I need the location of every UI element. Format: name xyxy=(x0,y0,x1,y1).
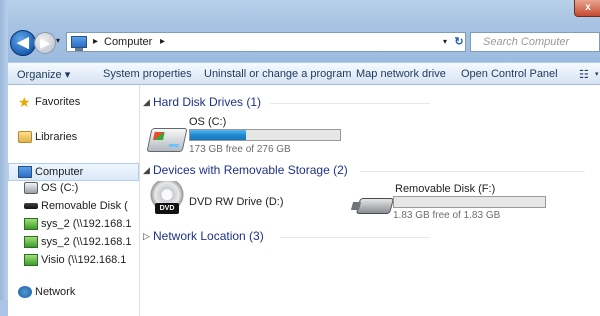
drive-usage-bar xyxy=(189,129,341,141)
network-drive-icon xyxy=(24,236,38,248)
group-title: Devices with Removable Storage (2) xyxy=(153,163,348,177)
map-network-drive-button[interactable]: Map network drive xyxy=(356,68,446,80)
drive-usage-fill xyxy=(190,130,246,140)
sidebar-item-network-drive[interactable]: sys_2 (\\192.168.1 xyxy=(8,216,139,234)
network-drive-icon xyxy=(24,254,38,266)
group-divider xyxy=(280,237,430,238)
sidebar-item-os-drive[interactable]: OS (C:) xyxy=(8,180,139,198)
dvd-drive-icon: DVD xyxy=(150,181,184,217)
navigation-bar: ◀ ▶ ▾ ▸ Computer ▸ ▾ ↻ Search Computer xyxy=(8,30,600,56)
network-icon xyxy=(18,286,32,298)
refresh-button[interactable]: ↻ xyxy=(450,33,468,51)
sidebar-item-computer[interactable]: Computer xyxy=(8,163,139,181)
drive-usage-bar xyxy=(393,196,546,208)
sidebar-item-removable-disk[interactable]: Removable Disk ( xyxy=(8,198,139,216)
sidebar-item-label: sys_2 (\\192.168.1 xyxy=(41,236,132,248)
sidebar-item-favorites[interactable]: ★ Favorites xyxy=(8,94,139,112)
sidebar-item-label: Visio (\\192.168.1 xyxy=(41,254,127,266)
hard-drive-icon xyxy=(24,182,38,194)
open-control-panel-button[interactable]: Open Control Panel xyxy=(461,68,558,80)
view-dropdown-icon[interactable]: ▾ xyxy=(595,70,599,78)
removable-disk-icon xyxy=(24,203,38,209)
drive-name: DVD RW Drive (D:) xyxy=(189,196,284,208)
breadcrumb-computer[interactable]: Computer xyxy=(104,36,152,48)
search-input[interactable]: Search Computer xyxy=(470,32,600,52)
breadcrumb-separator-icon[interactable]: ▸ xyxy=(93,36,98,47)
collapse-arrow-icon[interactable]: ▷ xyxy=(143,231,150,242)
library-icon xyxy=(18,131,32,143)
history-dropdown-icon[interactable]: ▾ xyxy=(56,36,60,45)
system-properties-button[interactable]: System properties xyxy=(103,68,192,80)
window-border-corner xyxy=(0,300,8,316)
uninstall-program-button[interactable]: Uninstall or change a program xyxy=(204,68,351,80)
command-toolbar: Organize ▾ System properties Uninstall o… xyxy=(8,62,600,85)
dvd-badge: DVD xyxy=(155,203,179,214)
drive-name: Removable Disk (F:) xyxy=(395,183,496,195)
sidebar-item-network-drive[interactable]: Visio (\\192.168.1 xyxy=(8,252,139,270)
group-title: Network Location (3) xyxy=(153,229,264,243)
group-header-removable-storage[interactable]: ◢ Devices with Removable Storage (2) xyxy=(140,163,590,179)
sidebar-item-label: OS (C:) xyxy=(41,182,79,194)
computer-icon xyxy=(71,36,87,51)
address-dropdown-icon[interactable]: ▾ xyxy=(443,37,447,46)
back-button[interactable]: ◀ xyxy=(10,30,36,56)
hard-drive-icon xyxy=(146,128,188,152)
removable-disk-icon xyxy=(355,198,395,214)
sidebar-item-label: sys_2 (\\192.168.1 xyxy=(41,218,132,230)
sidebar-item-label: Libraries xyxy=(35,131,78,143)
sidebar-item-libraries[interactable]: Libraries xyxy=(8,129,139,147)
group-divider xyxy=(360,171,585,172)
expand-arrow-icon[interactable]: ◢ xyxy=(143,165,150,176)
expand-arrow-icon[interactable]: ◢ xyxy=(143,97,150,108)
sidebar-item-label: Network xyxy=(35,286,76,298)
navigation-pane: ★ Favorites Libraries Computer OS (C:) R… xyxy=(8,85,140,316)
organize-button[interactable]: Organize ▾ xyxy=(17,68,70,81)
computer-icon xyxy=(18,166,32,178)
drive-free-space: 173 GB free of 276 GB xyxy=(189,144,291,155)
star-icon: ★ xyxy=(18,94,31,110)
sidebar-item-label: Computer xyxy=(35,166,84,178)
group-header-network-location[interactable]: ▷ Network Location (3) xyxy=(140,229,440,245)
group-divider xyxy=(270,103,430,104)
sidebar-item-network-drive[interactable]: sys_2 (\\192.168.1 xyxy=(8,234,139,252)
drive-name: OS (C:) xyxy=(189,116,227,128)
sidebar-item-label: Removable Disk ( xyxy=(41,200,128,212)
change-view-icon[interactable]: ☷ xyxy=(579,68,589,81)
group-header-hard-disk[interactable]: ◢ Hard Disk Drives (1) xyxy=(140,95,440,111)
network-drive-icon xyxy=(24,218,38,230)
forward-button[interactable]: ▶ xyxy=(34,32,56,54)
content-pane: ◢ Hard Disk Drives (1) OS (C:) 173 GB fr… xyxy=(140,85,600,316)
close-button[interactable]: x xyxy=(574,0,600,17)
breadcrumb-separator-icon[interactable]: ▸ xyxy=(160,36,165,47)
drive-free-space: 1.83 GB free of 1.83 GB xyxy=(393,210,501,221)
sidebar-item-network[interactable]: Network xyxy=(8,284,139,302)
address-bar[interactable]: ▸ Computer ▸ ▾ xyxy=(66,32,466,52)
window-left-border xyxy=(0,0,8,316)
sidebar-item-label: Favorites xyxy=(35,96,81,108)
group-title: Hard Disk Drives (1) xyxy=(153,95,262,109)
